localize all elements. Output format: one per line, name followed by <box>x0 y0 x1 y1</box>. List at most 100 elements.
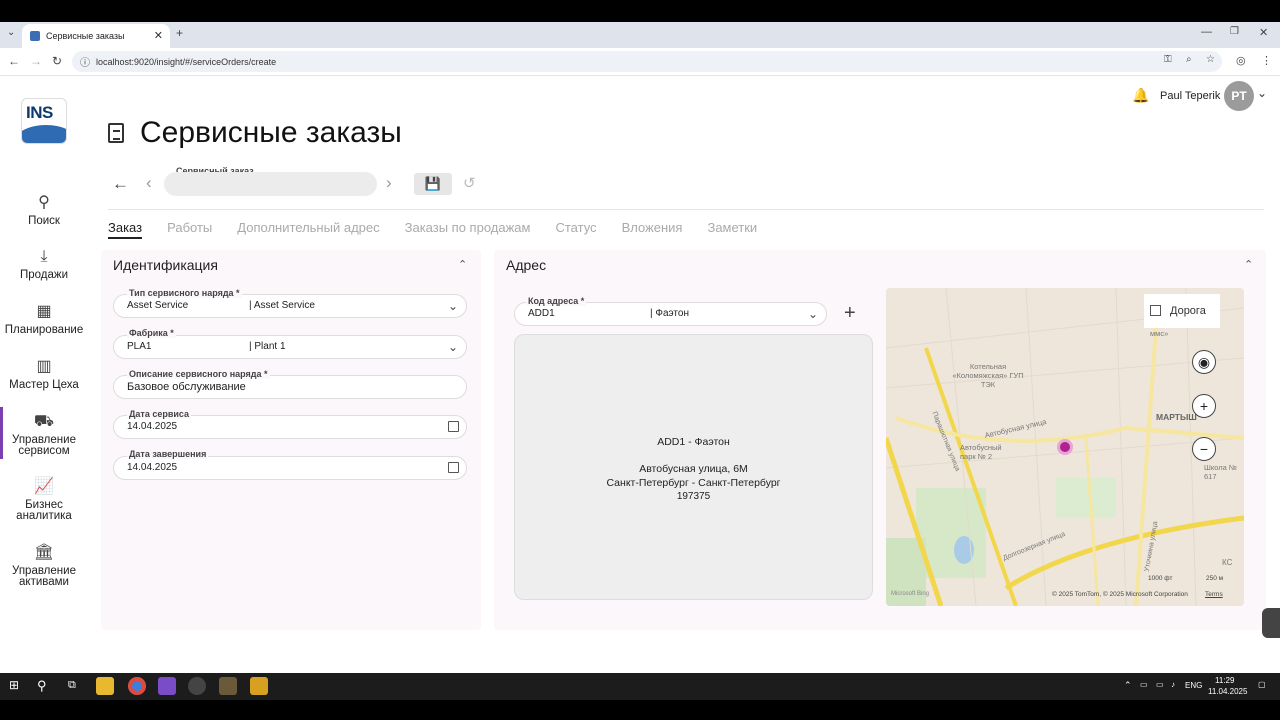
tab-attachments[interactable]: Вложения <box>622 220 683 239</box>
side-chat-button[interactable] <box>1262 608 1280 638</box>
map[interactable]: Котельная «Коломяжская» ГУП ТЭК Автобусн… <box>886 288 1244 606</box>
site-info-icon[interactable]: ⓘ <box>80 54 90 69</box>
document-icon <box>108 123 124 143</box>
profile-icon[interactable]: ◎ <box>1236 54 1246 67</box>
page-title: Сервисные заказы <box>140 116 402 149</box>
map-layer-button[interactable]: Дорога <box>1144 294 1220 328</box>
sidebar-item-planning[interactable]: ▦ Планирование <box>0 303 88 336</box>
save-icon: 💾 <box>424 176 442 191</box>
new-tab-button[interactable]: + <box>176 26 183 40</box>
chevron-down-icon: ⌄ <box>447 299 458 313</box>
end-date-field[interactable]: 14.04.2025 <box>113 456 467 480</box>
restore-icon[interactable]: ❐ <box>1230 26 1239 37</box>
map-terms-link[interactable]: Terms <box>1205 591 1223 598</box>
file-explorer-icon[interactable] <box>96 677 114 695</box>
tray-chevron-icon[interactable]: ⌃ <box>1124 680 1132 691</box>
address-card: ADD1 - Фаэтон Автобусная улица, 6М Санкт… <box>514 334 873 600</box>
zoom-icon[interactable]: ⌕ <box>1186 54 1192 65</box>
panel-title: Идентификация <box>113 257 218 273</box>
sidebar-item-label: Поиск <box>28 215 60 227</box>
next-record-button[interactable]: › <box>386 173 392 193</box>
field-value: Базовое обслуживание <box>127 381 246 393</box>
tray-language[interactable]: ENG <box>1185 681 1202 690</box>
sidebar-item-label: Управление сервисом <box>12 434 76 457</box>
back-icon[interactable]: ← <box>8 54 20 68</box>
tray-time[interactable]: 11:29 <box>1215 676 1234 685</box>
field-value: PLA1 <box>127 341 152 352</box>
sidebar-item-sales[interactable]: ⤓ Продажи <box>0 248 88 281</box>
prev-record-button[interactable]: ‹ <box>146 173 152 193</box>
map-label-boiler: Котельная «Коломяжская» ГУП ТЭК <box>952 362 1024 389</box>
tab-order[interactable]: Заказ <box>108 220 143 239</box>
tray-volume-icon[interactable]: ♪ <box>1171 680 1175 689</box>
url-field[interactable]: ⓘ localhost:9020/insight/#/serviceOrders… <box>72 51 1222 72</box>
key-icon[interactable]: ⚿ <box>1164 54 1172 65</box>
sidebar: INS ⚲ Поиск ⤓ Продажи ▦ Планирование ▥ М… <box>0 76 88 673</box>
map-scale-m: 250 м <box>1206 575 1224 582</box>
windows-start-icon[interactable]: ⊞ <box>9 678 19 692</box>
sidebar-item-asset-management[interactable]: 🏛 Управление активами <box>0 544 88 588</box>
save-button[interactable]: 💾 <box>414 173 452 195</box>
screen: ⌄ Сервисные заказы ✕ + — ❐ ✕ ← → ↻ ⓘ loc… <box>0 0 1280 720</box>
undo-button[interactable]: ↺ <box>463 174 476 192</box>
tab-sales-orders[interactable]: Заказы по продажам <box>405 220 531 239</box>
plant-select[interactable]: PLA1 | Plant 1 ⌄ <box>113 335 467 359</box>
field-label: Тип сервисного наряда * <box>127 288 242 298</box>
download-icon: ⤓ <box>40 248 48 265</box>
field-value: Asset Service <box>127 300 189 311</box>
sidebar-item-search[interactable]: ⚲ Поиск <box>0 194 88 227</box>
visual-studio-icon[interactable] <box>158 677 176 695</box>
tab-additional-address[interactable]: Дополнительный адрес <box>237 220 379 239</box>
app-icon[interactable] <box>219 677 237 695</box>
tab-list-icon[interactable]: ⌄ <box>7 27 15 38</box>
app-icon[interactable] <box>250 677 268 695</box>
bookmark-star-icon[interactable]: ☆ <box>1206 54 1215 65</box>
zoom-in-icon[interactable]: + <box>1192 394 1216 418</box>
zoom-out-icon[interactable]: − <box>1192 437 1216 461</box>
sidebar-item-business-analytics[interactable]: 📈 Бизнес аналитика <box>0 478 88 522</box>
chrome-icon[interactable] <box>128 677 146 695</box>
field-label: Дата сервиса <box>127 409 192 419</box>
sidebar-item-shop-master[interactable]: ▥ Мастер Цеха <box>0 358 88 391</box>
avatar[interactable]: PT <box>1224 81 1254 111</box>
tray-monitor-icon[interactable]: ▭ <box>1156 680 1164 689</box>
forward-icon[interactable]: → <box>30 54 42 68</box>
app-logo[interactable]: INS <box>21 98 67 144</box>
calendar-icon[interactable] <box>448 421 459 432</box>
locate-icon[interactable]: ◉ <box>1192 350 1216 374</box>
bell-icon[interactable]: 🔔 <box>1132 87 1149 104</box>
map-pin-icon[interactable] <box>1057 439 1073 455</box>
tab-works[interactable]: Работы <box>167 220 212 239</box>
tray-network-icon[interactable]: ▭ <box>1140 680 1148 689</box>
map-label-district: МАРТЫШ <box>1156 412 1197 422</box>
window-close-icon[interactable]: ✕ <box>1259 26 1268 39</box>
field-label: Дата завершения <box>127 449 209 459</box>
browser-tab[interactable]: Сервисные заказы ✕ <box>22 24 170 48</box>
add-address-button[interactable]: + <box>844 302 856 325</box>
order-number-field[interactable] <box>164 172 377 196</box>
tab-close-icon[interactable]: ✕ <box>154 29 163 42</box>
task-view-icon[interactable]: ⧉ <box>68 679 76 692</box>
taskbar-search-icon[interactable]: ⚲ <box>37 678 47 694</box>
collapse-icon[interactable]: ⌃ <box>1244 258 1253 271</box>
field-value: ADD1 <box>528 308 555 319</box>
user-name[interactable]: Paul Teperik <box>1160 90 1220 102</box>
chevron-down-icon: ⌄ <box>447 340 458 354</box>
calendar-icon[interactable] <box>448 462 459 473</box>
reload-icon[interactable]: ↻ <box>52 54 62 68</box>
tab-status[interactable]: Статус <box>555 220 596 239</box>
tab-notes[interactable]: Заметки <box>707 220 757 239</box>
collapse-icon[interactable]: ⌃ <box>458 258 467 271</box>
back-arrow-button[interactable]: ← <box>112 174 129 194</box>
settings-gear-icon[interactable] <box>188 677 206 695</box>
sidebar-item-label: Бизнес аналитика <box>16 499 72 522</box>
sidebar-item-label: Планирование <box>4 324 84 336</box>
panel-title: Адрес <box>506 257 547 273</box>
chevron-down-icon[interactable]: ⌄ <box>1257 86 1267 100</box>
tray-date[interactable]: 11.04.2025 <box>1208 687 1247 696</box>
browser-menu-icon[interactable]: ⋮ <box>1261 54 1272 67</box>
sidebar-item-service-management[interactable]: ⛟ Управление сервисом <box>0 407 88 459</box>
notification-icon[interactable]: ▢ <box>1258 680 1266 689</box>
minimize-icon[interactable]: — <box>1201 26 1212 38</box>
map-label-school: Школа № 617 <box>1204 463 1237 481</box>
